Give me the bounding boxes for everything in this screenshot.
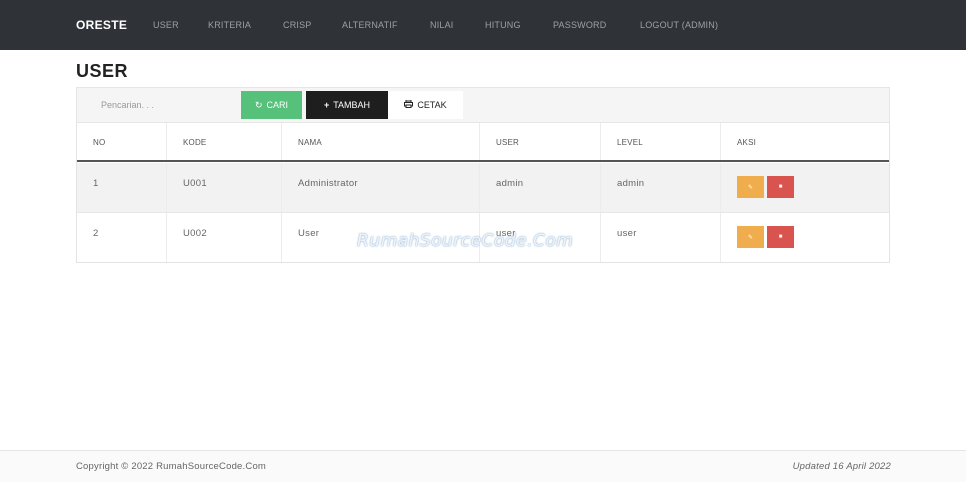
cell-no: 1 [93, 178, 99, 189]
page-title: USER [76, 61, 129, 81]
nav-item-password[interactable]: PASSWORD [553, 20, 606, 30]
cell-user: admin [496, 178, 524, 189]
header-user: USER [496, 138, 520, 147]
cell-kode: U001 [183, 178, 207, 189]
edit-icon: ✎ [747, 184, 754, 191]
table-header-row: NO KODE NAMA USER LEVEL AKSI [77, 123, 889, 162]
delete-button[interactable]: ■ [767, 226, 794, 248]
delete-button[interactable]: ■ [767, 176, 794, 198]
nav-item-crisp[interactable]: CRISP [283, 20, 312, 30]
cell-kode: U002 [183, 228, 207, 239]
edit-icon: ✎ [747, 234, 754, 241]
refresh-icon: ↻ [254, 99, 263, 110]
cetak-label: CETAK [417, 100, 447, 110]
cari-label: CARI [266, 100, 289, 110]
search-input[interactable] [89, 93, 229, 117]
updated-date: Updated 16 April 2022 [792, 461, 891, 472]
watermark-text: RumahSourceCode.Com [357, 231, 574, 251]
cell-nama: User [298, 228, 320, 239]
edit-button[interactable]: ✎ [737, 226, 764, 248]
header-nama: NAMA [298, 138, 322, 147]
nav-item-alternatif[interactable]: ALTERNATIF [342, 20, 398, 30]
nav-item-nilai[interactable]: NILAI [430, 20, 454, 30]
delete-icon: ■ [778, 234, 783, 240]
edit-button[interactable]: ✎ [737, 176, 764, 198]
header-no: NO [93, 138, 106, 147]
delete-icon: ■ [778, 184, 783, 190]
top-navbar: ORESTE USER KRITERIA CRISP ALTERNATIF NI… [0, 0, 966, 50]
search-toolbar: ↻ CARI + TAMBAH CETAK [76, 87, 890, 123]
nav-item-hitung[interactable]: HITUNG [485, 20, 521, 30]
header-level: LEVEL [617, 138, 643, 147]
cell-nama: Administrator [298, 178, 358, 189]
copyright-text: Copyright © 2022 RumahSourceCode.Com [76, 461, 267, 472]
print-icon [404, 99, 414, 110]
cell-level: admin [617, 178, 645, 189]
tambah-label: TAMBAH [333, 100, 371, 110]
header-kode: KODE [183, 138, 207, 147]
cetak-button[interactable]: CETAK [388, 91, 463, 119]
header-aksi: AKSI [737, 138, 757, 147]
plus-icon: + [323, 100, 330, 110]
nav-item-kriteria[interactable]: KRITERIA [208, 20, 251, 30]
cari-button[interactable]: ↻ CARI [241, 91, 302, 119]
nav-item-user[interactable]: USER [153, 20, 179, 30]
nav-item-logout[interactable]: LOGOUT (ADMIN) [640, 20, 718, 30]
table-row: 1 U001 Administrator admin admin ✎ ■ [77, 163, 889, 213]
cell-no: 2 [93, 228, 99, 239]
cell-level: user [617, 228, 637, 239]
brand-link[interactable]: ORESTE [76, 18, 127, 32]
tambah-button[interactable]: + TAMBAH [306, 91, 388, 119]
page-footer: Copyright © 2022 RumahSourceCode.Com Upd… [0, 450, 966, 482]
